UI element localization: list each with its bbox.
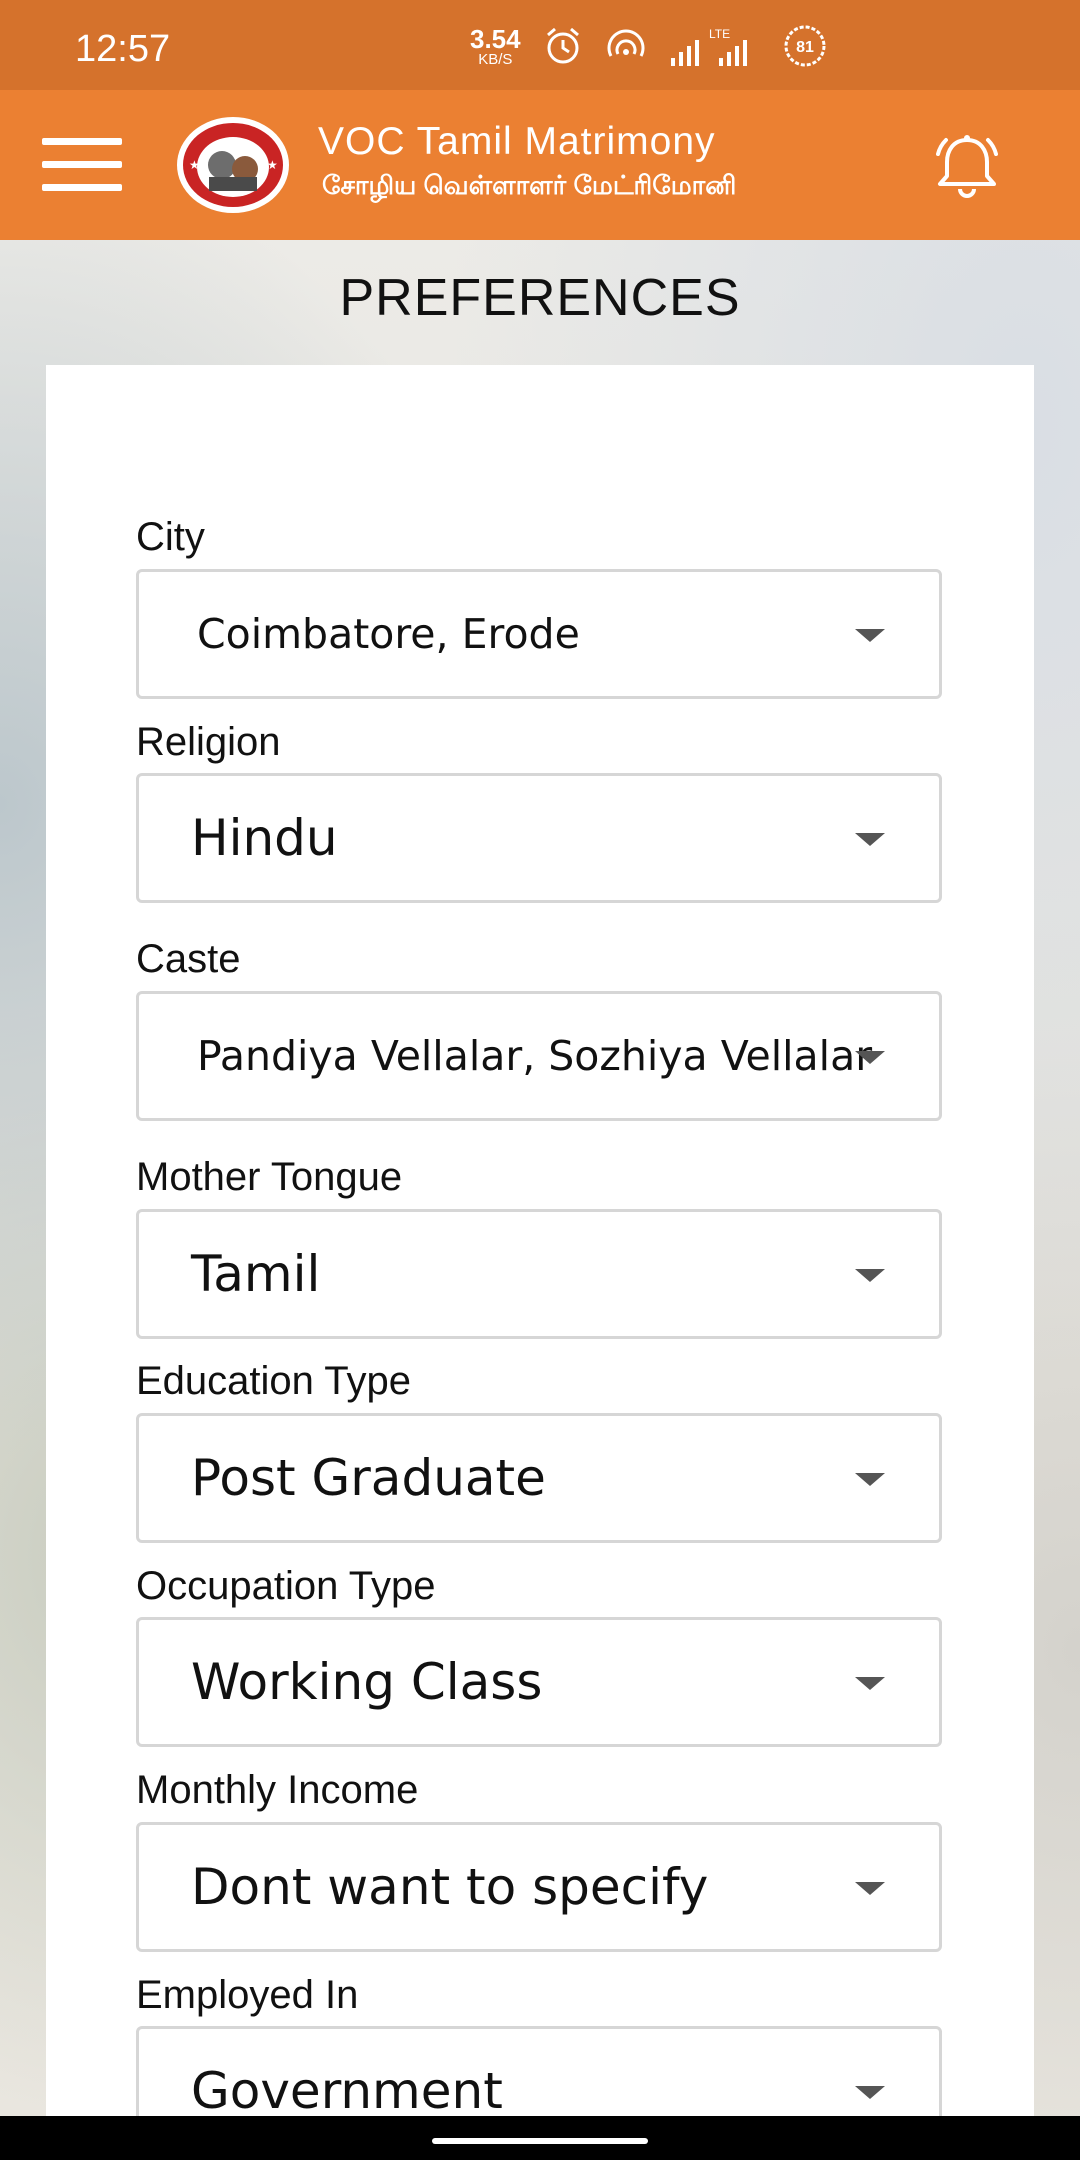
battery-level: 81 — [796, 39, 814, 56]
bell-icon[interactable] — [930, 132, 1004, 202]
monthly-income-select[interactable]: Dont want to specify — [136, 1822, 942, 1952]
status-time: 12:57 — [75, 28, 171, 70]
svg-text:★: ★ — [267, 158, 278, 172]
caret-down-icon — [855, 1677, 885, 1690]
status-icons: 3.54 KB/S LTE 81 — [470, 22, 827, 70]
education-type-value: Post Graduate — [191, 1449, 546, 1507]
hotspot-icon — [607, 29, 645, 57]
network-speed-value: 3.54 — [470, 23, 521, 54]
education-type-select[interactable]: Post Graduate — [136, 1413, 942, 1543]
city-value: Coimbatore, Erode — [197, 610, 580, 658]
occupation-type-label: Occupation Type — [136, 1564, 436, 1608]
status-bar: 12:57 3.54 KB/S LTE 81 — [0, 0, 1080, 90]
caret-down-icon — [855, 629, 885, 642]
caret-down-icon — [855, 833, 885, 846]
caste-value: Pandiya Vellalar, Sozhiya Vellalar — [197, 1032, 873, 1080]
occupation-type-select[interactable]: Working Class — [136, 1617, 942, 1747]
caret-down-icon — [855, 1269, 885, 1282]
mother-tongue-select[interactable]: Tamil — [136, 1209, 942, 1339]
education-type-label: Education Type — [136, 1359, 412, 1403]
religion-value: Hindu — [191, 809, 338, 867]
mother-tongue-label: Mother Tongue — [136, 1155, 403, 1199]
caste-label: Caste — [136, 937, 241, 981]
lte-label: LTE — [709, 27, 730, 41]
page-title: PREFERENCES — [339, 269, 741, 327]
city-label: City — [136, 515, 205, 559]
network-speed: 3.54 KB/S — [470, 26, 521, 67]
monthly-income-value: Dont want to specify — [191, 1858, 709, 1916]
religion-label: Religion — [136, 720, 281, 764]
employed-in-label: Employed In — [136, 1973, 359, 2017]
caste-select[interactable]: Pandiya Vellalar, Sozhiya Vellalar — [136, 991, 942, 1121]
battery-icon: 81 — [784, 25, 826, 67]
caret-down-icon — [855, 1473, 885, 1486]
caret-down-icon — [855, 1882, 885, 1895]
svg-text:★: ★ — [189, 158, 200, 172]
app-bar: ★ ★ VOC Tamil Matrimony சோழிய வெள்ளாளர் … — [0, 90, 1080, 240]
hamburger-menu-icon[interactable] — [42, 138, 122, 192]
network-speed-unit: KB/S — [478, 50, 513, 68]
brand-logo: ★ ★ — [177, 117, 289, 213]
brand-name: VOC Tamil Matrimony — [318, 120, 716, 163]
system-nav-bar — [0, 2116, 1080, 2160]
signal-icon: LTE — [670, 27, 747, 66]
alarm-icon — [546, 27, 579, 64]
religion-select[interactable]: Hindu — [136, 773, 942, 903]
city-select[interactable]: Coimbatore, Erode — [136, 569, 942, 699]
mother-tongue-value: Tamil — [191, 1245, 321, 1303]
home-gesture-pill[interactable] — [432, 2138, 648, 2144]
caret-down-icon — [855, 1051, 885, 1064]
brand-subtitle: சோழிய வெள்ளாளர் மேட்ரிமோனி — [322, 170, 737, 200]
monthly-income-label: Monthly Income — [136, 1768, 419, 1812]
caret-down-icon — [855, 2086, 885, 2099]
occupation-type-value: Working Class — [191, 1653, 543, 1711]
